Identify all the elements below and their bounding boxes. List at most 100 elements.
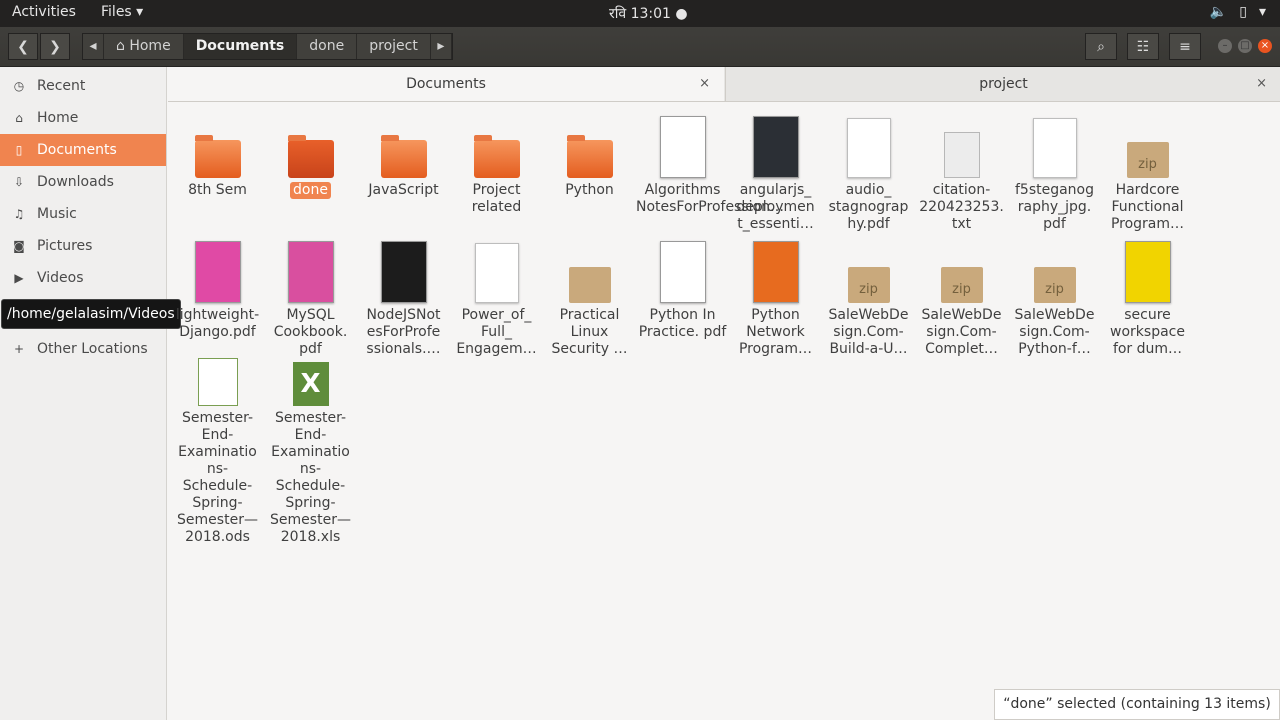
- forward-button[interactable]: ❯: [40, 33, 70, 60]
- file-item[interactable]: Practical Linux Security …: [543, 233, 636, 358]
- file-item[interactable]: X Semester- End- Examinatio ns- Schedule-…: [264, 358, 357, 546]
- file-item[interactable]: audio_ stagnograp hy.pdf: [822, 108, 915, 233]
- file-item[interactable]: NodeJSNot esForProfe ssionals.…: [357, 233, 450, 358]
- pdf-thumbnail-icon: [752, 241, 799, 303]
- folder-icon: [194, 135, 241, 178]
- pdf-thumbnail-icon: [194, 241, 241, 303]
- home-icon: ⌂: [15, 111, 23, 125]
- status-floating-bar: “done” selected (containing 13 items): [994, 689, 1280, 720]
- minimize-button[interactable]: –: [1218, 39, 1232, 53]
- breadcrumb-right-arrow[interactable]: ▸: [430, 34, 452, 59]
- text-file-icon: [943, 132, 980, 178]
- search-button[interactable]: ⌕: [1085, 33, 1117, 60]
- sidebar-item-home[interactable]: ⌂ Home: [0, 102, 166, 134]
- sidebar-item-music[interactable]: ♫ Music: [0, 198, 166, 230]
- sidebar-item-other-locations[interactable]: + Other Locations: [0, 333, 166, 365]
- pdf-thumbnail-icon: [1124, 241, 1171, 303]
- search-icon: ⌕: [1097, 38, 1105, 55]
- pdf-thumbnail-icon: [752, 116, 799, 178]
- chevron-right-icon: ❯: [49, 38, 61, 55]
- headerbar: ❮ ❯ ◂ ⌂ Home Documents done project ▸ ⌕ …: [0, 27, 1280, 67]
- zip-archive-icon: zip: [1033, 267, 1076, 303]
- music-icon: ♫: [13, 207, 25, 221]
- pdf-thumbnail-icon: [380, 241, 427, 303]
- archive-icon: [568, 267, 611, 303]
- file-item[interactable]: MySQL Cookbook. pdf: [264, 233, 357, 358]
- breadcrumb-done[interactable]: done: [297, 34, 358, 59]
- sidebar-item-videos[interactable]: ▶ Videos: [0, 262, 166, 294]
- file-item[interactable]: Semester- End- Examinatio ns- Schedule- …: [171, 358, 264, 546]
- pdf-thumbnail-icon: [474, 243, 519, 303]
- close-window-button[interactable]: ×: [1258, 39, 1272, 53]
- file-item[interactable]: zip SaleWebDe sign.Com- Complet…: [915, 233, 1008, 358]
- maximize-button[interactable]: □: [1238, 39, 1252, 53]
- pdf-thumbnail-icon: [846, 118, 891, 178]
- tab-bar: Documents × project ×: [168, 67, 1280, 102]
- camera-icon: ◙: [13, 239, 25, 253]
- breadcrumb-home[interactable]: ⌂ Home: [104, 34, 184, 59]
- plus-icon: +: [13, 342, 25, 356]
- file-item[interactable]: Python In Practice. pdf: [636, 233, 729, 341]
- document-icon: ▯: [15, 143, 23, 157]
- menu-button[interactable]: ≡: [1169, 33, 1201, 60]
- file-item[interactable]: lightweight-Django.pdf: [171, 233, 264, 341]
- top-panel: Activities Files ▾ रवि 13:01 ● 🔈 ▯ ▾: [0, 0, 1280, 27]
- sidebar-item-documents[interactable]: ▯ Documents: [0, 134, 166, 166]
- file-item[interactable]: Python Network Program…: [729, 233, 822, 358]
- folder-icon: [380, 135, 427, 178]
- activities-button[interactable]: Activities: [12, 4, 76, 20]
- file-item[interactable]: Power_of_ Full_ Engagem…: [450, 233, 543, 358]
- app-menu-files[interactable]: Files ▾: [101, 4, 143, 20]
- zip-archive-icon: zip: [847, 267, 890, 303]
- view-toggle-button[interactable]: ☷: [1127, 33, 1159, 60]
- breadcrumb-documents[interactable]: Documents: [183, 34, 298, 59]
- clock[interactable]: रवि 13:01 ●: [609, 4, 688, 23]
- file-item[interactable]: zip SaleWebDe sign.Com- Python-f…: [1008, 233, 1101, 358]
- pdf-thumbnail-icon: [659, 241, 706, 303]
- breadcrumb: ◂ ⌂ Home Documents done project ▸: [82, 33, 453, 60]
- file-item[interactable]: secure workspace for dum…: [1101, 233, 1194, 358]
- battery-icon[interactable]: ▯: [1239, 4, 1247, 20]
- file-item[interactable]: zip Hardcore Functional Program…: [1101, 108, 1194, 233]
- sidebar-item-recent[interactable]: ◷ Recent: [0, 70, 166, 102]
- breadcrumb-left-arrow[interactable]: ◂: [83, 34, 104, 59]
- power-icon[interactable]: ▾: [1259, 4, 1266, 20]
- sidebar-item-pictures[interactable]: ◙ Pictures: [0, 230, 166, 262]
- file-item[interactable]: f5steganog raphy_jpg. pdf: [1008, 108, 1101, 233]
- file-item[interactable]: Project related: [450, 108, 543, 216]
- close-icon[interactable]: ×: [1256, 67, 1267, 101]
- clock-icon: ◷: [13, 79, 25, 93]
- file-item[interactable]: Algorithms NotesForProfession…: [636, 108, 784, 216]
- tab-project[interactable]: project ×: [725, 67, 1280, 101]
- hamburger-icon: ≡: [1179, 38, 1191, 55]
- list-view-icon: ☷: [1136, 38, 1150, 55]
- spreadsheet-icon: [197, 358, 238, 406]
- system-tray[interactable]: 🔈 ▯ ▾: [1210, 4, 1266, 20]
- sidebar-item-downloads[interactable]: ⇩ Downloads: [0, 166, 166, 198]
- file-item[interactable]: zip SaleWebDe sign.Com- Build-a-U…: [822, 233, 915, 358]
- sidebar: ◷ Recent ⌂ Home ▯ Documents ⇩ Downloads ♫ Mus…: [0, 67, 167, 720]
- file-item[interactable]: angularjs_ deploymen t_essenti…: [729, 108, 822, 233]
- video-icon: ▶: [14, 271, 24, 285]
- download-icon: ⇩: [13, 175, 25, 189]
- tooltip: /home/gelalasim/Videos: [1, 299, 181, 329]
- file-item[interactable]: JavaScript: [357, 108, 450, 199]
- tab-documents[interactable]: Documents ×: [168, 67, 724, 101]
- folder-icon: [566, 135, 613, 178]
- folder-icon: [473, 135, 520, 178]
- file-item[interactable]: Python: [543, 108, 636, 199]
- close-icon[interactable]: ×: [699, 67, 710, 101]
- excel-icon: X: [292, 362, 329, 406]
- pdf-thumbnail-icon: [287, 241, 334, 303]
- back-button[interactable]: ❮: [8, 33, 38, 60]
- zip-archive-icon: zip: [940, 267, 983, 303]
- volume-icon[interactable]: 🔈: [1210, 4, 1227, 20]
- folder-icon: [287, 135, 334, 178]
- file-item-selected[interactable]: done: [264, 108, 357, 199]
- breadcrumb-project[interactable]: project: [357, 34, 431, 59]
- file-item[interactable]: 8th Sem: [171, 108, 264, 199]
- pdf-thumbnail-icon: [1032, 118, 1077, 178]
- zip-archive-icon: zip: [1126, 142, 1169, 178]
- file-item[interactable]: citation- 220423253. txt: [915, 108, 1008, 233]
- chevron-left-icon: ❮: [17, 38, 29, 55]
